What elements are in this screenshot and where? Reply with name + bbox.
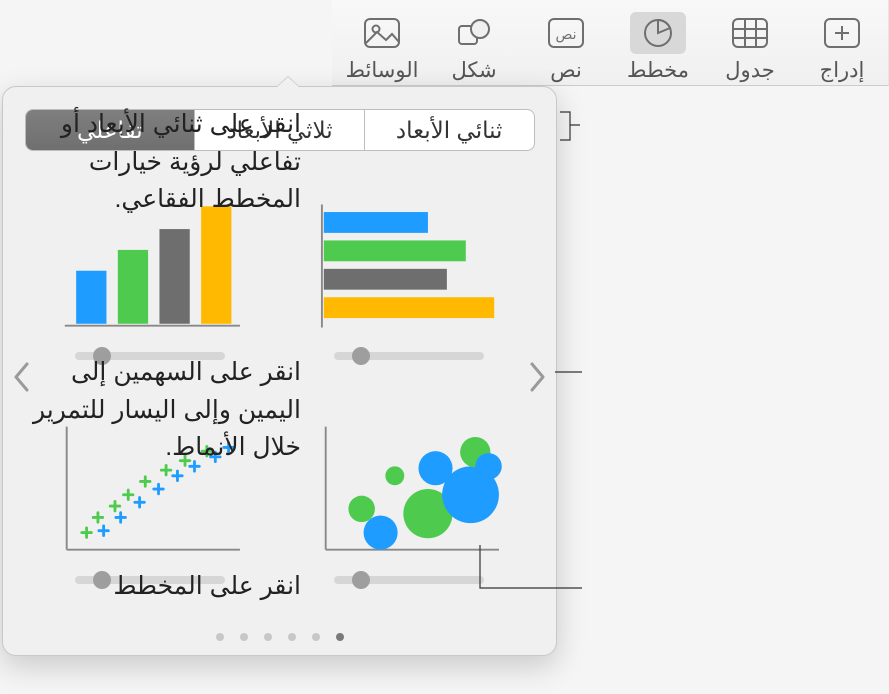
thumb-bubble[interactable] xyxy=(295,393,525,589)
pie-chart-icon xyxy=(630,12,686,54)
horizontal-bar-icon xyxy=(314,195,504,337)
table-icon xyxy=(722,12,778,54)
toolbar-label: شكل xyxy=(451,58,496,83)
plus-box-icon xyxy=(814,12,870,54)
thumb-horizontal-bar[interactable] xyxy=(295,169,525,365)
style-slider[interactable] xyxy=(334,347,484,365)
text-box-icon: نص xyxy=(538,12,594,54)
page-dots[interactable] xyxy=(3,633,556,641)
callout-arrows: انقر على السهمين إلى اليمين وإلى اليسار … xyxy=(21,354,301,467)
svg-text:نص: نص xyxy=(555,26,576,43)
toolbar-table[interactable]: جدول xyxy=(704,6,796,83)
style-slider[interactable] xyxy=(334,571,484,589)
toolbar-label: جدول xyxy=(725,58,774,83)
toolbar-insert[interactable]: إدراج xyxy=(796,6,888,83)
callout-click-chart: انقر على المخطط xyxy=(21,568,301,606)
toolbar-chart[interactable]: مخطط xyxy=(612,6,704,83)
shapes-icon xyxy=(446,12,502,54)
toolbar: إدراج جدول مخطط نص نص شكل الوسائط xyxy=(332,0,889,86)
tab-2d[interactable]: ثنائي الأبعاد xyxy=(364,110,534,150)
toolbar-media[interactable]: الوسائط xyxy=(336,6,428,83)
toolbar-label: الوسائط xyxy=(346,58,419,83)
toolbar-label: مخطط xyxy=(627,58,689,83)
toolbar-label: إدراج xyxy=(820,58,865,83)
toolbar-label: نص xyxy=(550,58,582,83)
toolbar-shape[interactable]: شكل xyxy=(428,6,520,83)
toolbar-text[interactable]: نص نص xyxy=(520,6,612,83)
bubble-chart-icon xyxy=(314,419,504,561)
photo-icon xyxy=(354,12,410,54)
callout-tabs: انقر على ثنائي الأبعاد أو تفاعلي لرؤية خ… xyxy=(31,106,301,219)
